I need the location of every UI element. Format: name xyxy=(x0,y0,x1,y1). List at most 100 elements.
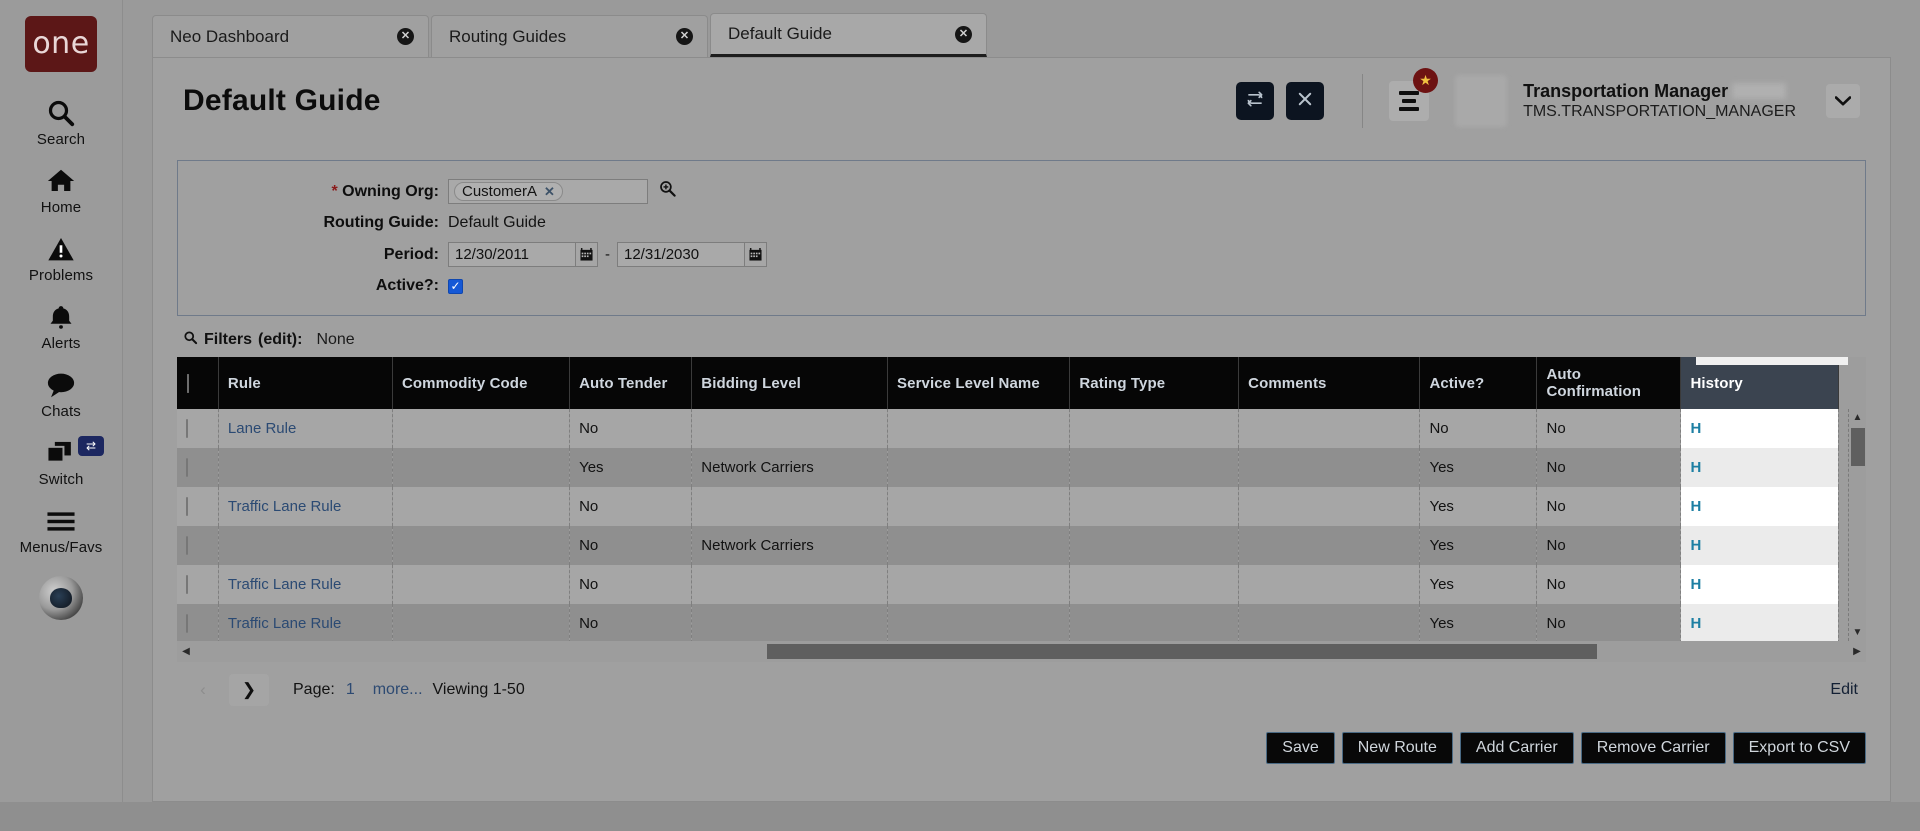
calendar-icon[interactable] xyxy=(576,242,598,267)
table-row[interactable]: No Network Carriers Yes No H xyxy=(177,526,1839,565)
chevron-down-icon[interactable] xyxy=(1826,84,1860,118)
period-start-input[interactable]: 12/30/2011 xyxy=(448,242,576,267)
scroll-right-icon[interactable]: ▶ xyxy=(1848,646,1866,657)
row-select-cell[interactable] xyxy=(177,487,218,526)
row-checkbox[interactable] xyxy=(186,458,188,477)
scroll-left-icon[interactable]: ◀ xyxy=(177,646,195,657)
edit-link[interactable]: Edit xyxy=(1830,681,1866,699)
table-vertical-scrollbar[interactable]: ▲ ▼ xyxy=(1848,409,1866,641)
history-link[interactable]: H xyxy=(1690,615,1701,632)
rule-link[interactable]: Traffic Lane Rule xyxy=(228,615,341,632)
owning-org-input[interactable]: CustomerA ✕ xyxy=(448,179,648,204)
remove-carrier-button[interactable]: Remove Carrier xyxy=(1581,732,1726,764)
nav-item-chats[interactable]: Chats xyxy=(0,368,122,420)
nav-item-home[interactable]: Home xyxy=(0,164,122,216)
tab-routing-guides[interactable]: Routing Guides ✕ xyxy=(431,15,708,57)
history-link[interactable]: H xyxy=(1690,459,1701,476)
select-all-header[interactable] xyxy=(177,357,218,409)
column-header-active[interactable]: Active? xyxy=(1420,357,1537,409)
history-link[interactable]: H xyxy=(1690,420,1701,437)
rule-link[interactable]: Traffic Lane Rule xyxy=(228,498,341,515)
cell-rule[interactable]: Traffic Lane Rule xyxy=(218,604,392,643)
close-icon[interactable]: ✕ xyxy=(955,26,972,43)
cell-history[interactable]: H xyxy=(1681,526,1839,565)
close-page-button[interactable] xyxy=(1286,82,1324,120)
cell-history[interactable]: H xyxy=(1681,448,1839,487)
app-logo[interactable]: one xyxy=(25,16,97,72)
calendar-icon[interactable] xyxy=(745,242,767,267)
history-link[interactable]: H xyxy=(1690,576,1701,593)
history-link[interactable]: H xyxy=(1690,498,1701,515)
nav-item-menus-favs[interactable]: Menus/Favs xyxy=(0,504,122,556)
row-checkbox[interactable] xyxy=(186,614,188,633)
nav-item-search[interactable]: Search xyxy=(0,96,122,148)
column-header-commodity-code[interactable]: Commodity Code xyxy=(392,357,569,409)
cell-history[interactable]: H xyxy=(1681,487,1839,526)
close-icon[interactable]: ✕ xyxy=(676,28,693,45)
row-checkbox[interactable] xyxy=(186,497,188,516)
page-number[interactable]: 1 xyxy=(346,681,355,699)
next-page-button[interactable]: ❯ xyxy=(229,674,269,706)
scroll-up-icon[interactable]: ▲ xyxy=(1849,409,1866,426)
cell-history[interactable]: H xyxy=(1681,604,1839,643)
row-select-cell[interactable] xyxy=(177,409,218,448)
owning-org-token[interactable]: CustomerA ✕ xyxy=(454,182,563,201)
avatar[interactable] xyxy=(1455,75,1507,127)
save-button[interactable]: Save xyxy=(1266,732,1334,764)
tab-neo-dashboard[interactable]: Neo Dashboard ✕ xyxy=(152,15,429,57)
close-icon[interactable]: ✕ xyxy=(544,184,555,200)
rule-link[interactable]: Lane Rule xyxy=(228,420,296,437)
column-header-auto-tender[interactable]: Auto Tender xyxy=(570,357,692,409)
history-link[interactable]: H xyxy=(1690,537,1701,554)
rule-link[interactable]: Traffic Lane Rule xyxy=(228,576,341,593)
export-to-csv-button[interactable]: Export to CSV xyxy=(1733,732,1866,764)
new-route-button[interactable]: New Route xyxy=(1342,732,1453,764)
table-row[interactable]: Traffic Lane Rule No Yes No H xyxy=(177,565,1839,604)
vertical-scroll-thumb[interactable] xyxy=(1851,428,1865,466)
cell-rule[interactable] xyxy=(218,526,392,565)
period-end-input[interactable]: 12/31/2030 xyxy=(617,242,745,267)
row-checkbox[interactable] xyxy=(186,575,188,594)
row-select-cell[interactable] xyxy=(177,604,218,643)
star-badge-icon[interactable]: ★ xyxy=(1413,68,1438,93)
table-row[interactable]: Yes Network Carriers Yes No H xyxy=(177,448,1839,487)
refresh-button[interactable] xyxy=(1236,82,1274,120)
cell-rule[interactable]: Lane Rule xyxy=(218,409,392,448)
table-row[interactable]: Traffic Lane Rule No Yes No H xyxy=(177,487,1839,526)
cell-history[interactable]: H xyxy=(1681,409,1839,448)
cell-rule[interactable]: Traffic Lane Rule xyxy=(218,487,392,526)
table-row[interactable]: Traffic Lane Rule No Yes No H xyxy=(177,604,1839,643)
scroll-down-icon[interactable]: ▼ xyxy=(1849,624,1866,641)
add-carrier-button[interactable]: Add Carrier xyxy=(1460,732,1574,764)
prev-page-button[interactable]: ‹ xyxy=(183,674,223,706)
select-all-checkbox[interactable] xyxy=(187,374,189,393)
row-select-cell[interactable] xyxy=(177,526,218,565)
close-icon[interactable]: ✕ xyxy=(397,28,414,45)
magnifier-plus-icon[interactable] xyxy=(658,179,677,204)
column-header-service-level-name[interactable]: Service Level Name xyxy=(888,357,1070,409)
table-horizontal-scrollbar[interactable]: ◀ ▶ xyxy=(177,641,1866,662)
column-header-auto-confirmation[interactable]: Auto Confirmation xyxy=(1537,357,1681,409)
row-checkbox[interactable] xyxy=(186,536,188,555)
row-checkbox[interactable] xyxy=(186,419,188,438)
filters-edit-link[interactable]: (edit): xyxy=(258,331,302,349)
horizontal-scroll-thumb[interactable] xyxy=(767,644,1597,659)
switch-toggle-badge-icon[interactable]: ⇄ xyxy=(78,436,104,456)
column-header-comments[interactable]: Comments xyxy=(1239,357,1420,409)
cell-rule[interactable]: Traffic Lane Rule xyxy=(218,565,392,604)
table-row[interactable]: Lane Rule No No No H xyxy=(177,409,1839,448)
nav-user-avatar[interactable] xyxy=(39,576,83,620)
row-select-cell[interactable] xyxy=(177,448,218,487)
nav-item-switch[interactable]: ⇄ Switch xyxy=(0,436,122,488)
column-header-rating-type[interactable]: Rating Type xyxy=(1070,357,1239,409)
column-header-bidding-level[interactable]: Bidding Level xyxy=(692,357,888,409)
nav-item-problems[interactable]: Problems xyxy=(0,232,122,284)
more-pages-link[interactable]: more... xyxy=(373,681,423,699)
column-header-rule[interactable]: Rule xyxy=(218,357,392,409)
tab-default-guide[interactable]: Default Guide ✕ xyxy=(710,13,987,57)
active-checkbox[interactable]: ✓ xyxy=(448,279,463,294)
nav-item-alerts[interactable]: Alerts xyxy=(0,300,122,352)
cell-history[interactable]: H xyxy=(1681,565,1839,604)
cell-rule[interactable] xyxy=(218,448,392,487)
row-select-cell[interactable] xyxy=(177,565,218,604)
